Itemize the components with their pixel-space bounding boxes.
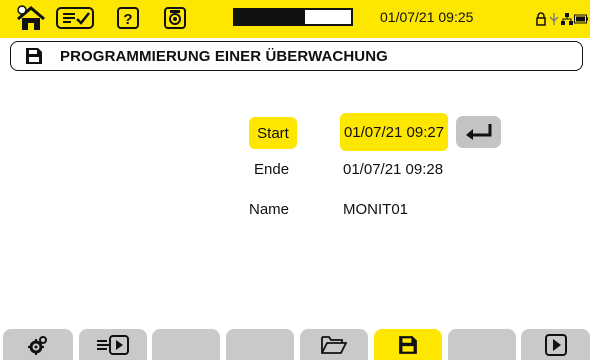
save-icon	[26, 48, 42, 64]
name-label: Name	[249, 201, 290, 218]
enter-button[interactable]	[456, 116, 501, 148]
tab-settings[interactable]	[3, 329, 73, 360]
usb-icon	[548, 7, 560, 31]
help-icon[interactable]: ?	[116, 6, 140, 30]
tab-save[interactable]	[374, 329, 442, 360]
battery-icon	[574, 7, 588, 31]
tab-empty-7[interactable]	[448, 329, 516, 360]
bottom-tab-bar	[0, 329, 590, 360]
end-time-field[interactable]: 01/07/21 09:28	[343, 161, 443, 178]
name-field[interactable]: MONIT01	[343, 201, 408, 218]
lock-icon	[535, 7, 547, 31]
checklist-icon[interactable]	[55, 6, 95, 30]
page-header: PROGRAMMIERUNG EINER ÜBERWACHUNG	[10, 41, 583, 71]
status-bar: ? 01/07/21 09:25	[0, 0, 590, 38]
tab-empty-4[interactable]	[226, 329, 294, 360]
start-label[interactable]: Start	[249, 117, 297, 149]
tab-play[interactable]	[521, 329, 590, 360]
end-label: Ende	[254, 161, 290, 178]
memory-progress-bar	[233, 8, 353, 26]
save-icon	[399, 335, 417, 354]
network-icon	[561, 7, 573, 31]
play-icon	[544, 333, 567, 356]
clock: 01/07/21 09:25	[380, 9, 474, 25]
enter-icon	[465, 124, 491, 140]
import-icon	[97, 334, 129, 355]
tab-empty-3[interactable]	[152, 329, 220, 360]
progress-fill	[235, 10, 305, 24]
home-icon[interactable]	[12, 5, 50, 30]
page-title: PROGRAMMIERUNG EINER ÜBERWACHUNG	[60, 47, 388, 65]
tab-open[interactable]	[300, 329, 368, 360]
camera-icon[interactable]	[163, 6, 187, 30]
settings-icon	[28, 335, 47, 355]
tab-import[interactable]	[79, 329, 147, 360]
folder-icon	[321, 335, 347, 354]
start-time-field[interactable]: 01/07/21 09:27	[340, 113, 448, 151]
svg-text:?: ?	[123, 11, 132, 28]
